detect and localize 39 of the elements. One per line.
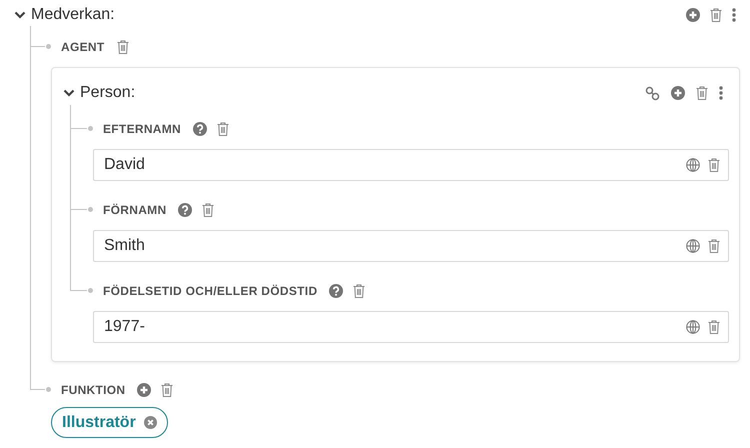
trash-icon[interactable] <box>708 158 720 172</box>
tag-chip[interactable]: Illustratör <box>51 407 168 438</box>
more-icon[interactable] <box>719 86 723 100</box>
help-icon[interactable] <box>193 122 208 136</box>
text-input[interactable]: Smith <box>104 237 686 255</box>
trash-icon[interactable] <box>710 8 722 22</box>
add-icon[interactable] <box>686 8 700 22</box>
chevron-icon[interactable] <box>63 87 75 99</box>
text-field[interactable]: 1977- <box>93 311 729 343</box>
add-icon[interactable] <box>671 86 685 100</box>
help-icon[interactable] <box>178 203 192 217</box>
person-title: Person: <box>80 84 136 102</box>
text-input[interactable]: 1977- <box>104 318 686 336</box>
field-label: FÖDELSETID OCH/ELLER DÖDSTID <box>103 284 318 298</box>
trash-icon[interactable] <box>202 203 214 217</box>
role-label: FUNKTION <box>61 383 126 397</box>
globe-icon[interactable] <box>686 320 700 334</box>
text-input[interactable]: David <box>104 156 686 174</box>
trash-icon[interactable] <box>708 320 720 334</box>
help-icon[interactable] <box>329 284 344 298</box>
more-icon[interactable] <box>732 8 736 22</box>
trash-icon[interactable] <box>116 40 128 54</box>
section-title: Medverkan: <box>31 6 115 24</box>
globe-icon[interactable] <box>686 158 700 172</box>
trash-icon[interactable] <box>217 122 230 136</box>
role-label: AGENT <box>61 40 104 54</box>
chevron-icon[interactable] <box>14 8 26 20</box>
link-icon[interactable] <box>645 86 660 100</box>
field-label: FÖRNAMN <box>103 203 166 217</box>
add-icon[interactable] <box>137 383 152 397</box>
trash-icon[interactable] <box>708 239 720 253</box>
text-field[interactable]: Smith <box>93 230 729 262</box>
trash-icon[interactable] <box>161 383 174 397</box>
remove-icon[interactable] <box>144 416 157 429</box>
globe-icon[interactable] <box>686 239 700 253</box>
trash-icon[interactable] <box>353 284 366 298</box>
trash-icon[interactable] <box>696 86 708 100</box>
text-field[interactable]: David <box>93 149 729 181</box>
field-label: EFTERNAMN <box>103 122 182 136</box>
